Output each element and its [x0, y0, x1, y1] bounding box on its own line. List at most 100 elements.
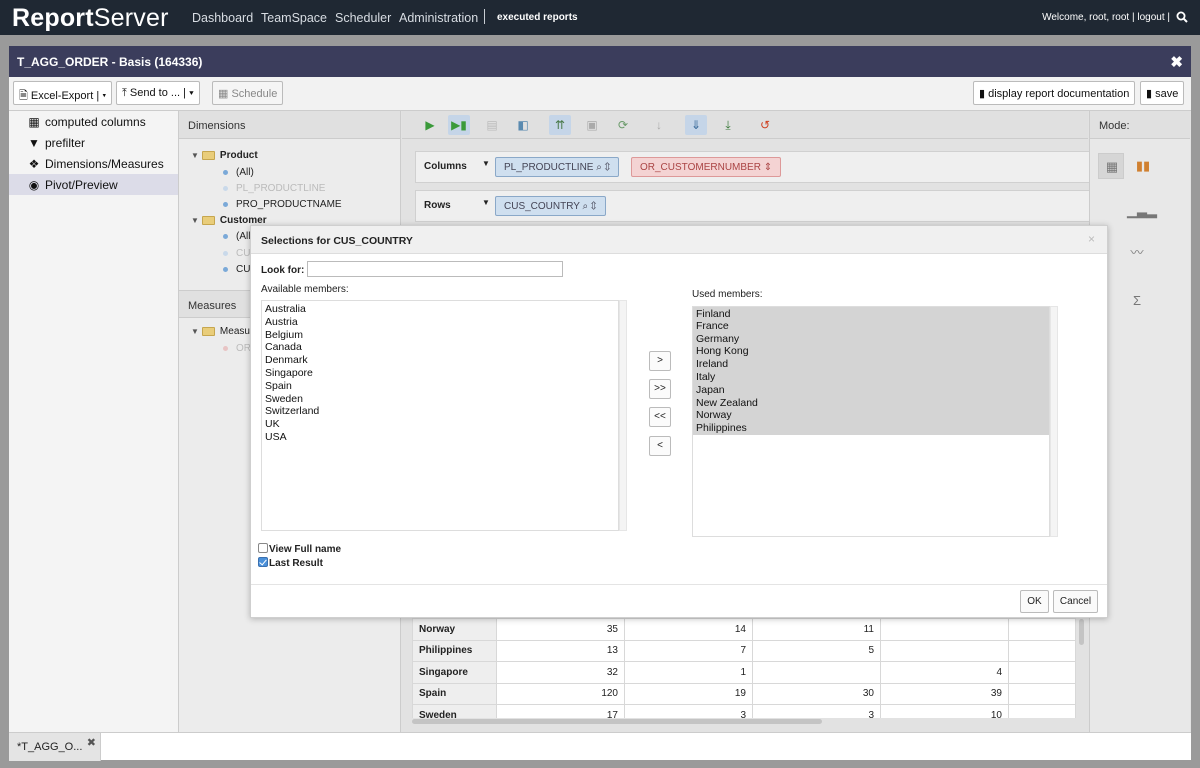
- search-icon[interactable]: ⌕: [596, 162, 602, 173]
- reportserver-logo[interactable]: ReportServer: [12, 4, 169, 33]
- caret-down-icon[interactable]: ▼: [191, 216, 199, 225]
- list-item[interactable]: Philippines: [693, 422, 1049, 435]
- remove-selected-button[interactable]: <: [649, 436, 671, 456]
- last-result-checkbox[interactable]: [258, 557, 268, 567]
- row-header-cell[interactable]: Philippines: [412, 639, 497, 662]
- caret-down-icon[interactable]: ▼: [482, 159, 490, 168]
- table-mode-button[interactable]: ▦: [1098, 153, 1124, 179]
- list-item[interactable]: Sweden: [262, 393, 618, 406]
- caret-down-icon[interactable]: ▼: [482, 198, 490, 207]
- nav-executed-reports[interactable]: executed reports: [497, 12, 578, 23]
- look-for-input[interactable]: [307, 261, 563, 277]
- tree-folder-measures[interactable]: ▼ Measu: [191, 326, 250, 337]
- list-item[interactable]: Italy: [693, 370, 1049, 384]
- list-item[interactable]: Norway: [693, 409, 1049, 423]
- report-documentation-button[interactable]: ▮ display report documentation: [973, 81, 1136, 105]
- logout-link[interactable]: logout: [1137, 12, 1164, 23]
- play-icon[interactable]: ▶: [419, 115, 441, 135]
- nav-dashboard[interactable]: Dashboard: [192, 11, 253, 25]
- nav-pivot-preview[interactable]: ◉ Pivot/Preview: [9, 174, 178, 195]
- tree-item[interactable]: CU: [223, 248, 250, 259]
- available-members-list[interactable]: Australia Austria Belgium Canada Denmark Sing…: [261, 300, 619, 531]
- remove-all-button[interactable]: <<: [649, 407, 671, 427]
- drill-down-icon[interactable]: ⇓: [685, 115, 707, 135]
- chevron-down-icon[interactable]: ▾: [102, 90, 106, 102]
- list-item[interactable]: Germany: [693, 332, 1049, 346]
- row-header-cell[interactable]: Norway: [412, 618, 497, 641]
- table-icon[interactable]: ▤: [481, 115, 503, 135]
- row-header-cell[interactable]: Sweden: [412, 704, 497, 718]
- close-icon[interactable]: ✖: [87, 736, 96, 749]
- tree-item[interactable]: (All): [223, 167, 254, 178]
- column-chip[interactable]: OR_CUSTOMERNUMBER ⇕: [631, 157, 782, 177]
- search-icon[interactable]: [1176, 11, 1188, 23]
- drill-icon[interactable]: ⤓: [717, 115, 739, 135]
- nav-dimensions-measures[interactable]: ❖ Dimensions/Measures: [9, 153, 178, 174]
- close-icon[interactable]: ×: [1088, 232, 1095, 246]
- nav-scheduler[interactable]: Scheduler: [335, 11, 391, 25]
- list-item[interactable]: Ireland: [693, 358, 1049, 371]
- undo-icon[interactable]: ↺: [754, 115, 776, 135]
- vertical-scrollbar[interactable]: [1079, 619, 1084, 645]
- excel-export-button[interactable]: 🗎 Excel-Export | ▾: [13, 81, 113, 105]
- tree-item[interactable]: PRO_PRODUCTNAME: [223, 199, 342, 210]
- hierarchy-icon[interactable]: ⇈: [549, 115, 571, 135]
- layout-icon[interactable]: ◧: [512, 115, 534, 135]
- list-item[interactable]: Japan: [693, 383, 1049, 397]
- schedule-button[interactable]: ▦ Schedule: [212, 81, 284, 105]
- list-item[interactable]: USA: [262, 431, 618, 444]
- list-item[interactable]: Hong Kong: [693, 345, 1049, 359]
- list-item[interactable]: Australia: [262, 303, 618, 316]
- save-button[interactable]: ▮ save: [1140, 81, 1185, 105]
- last-result-option[interactable]: Last Result: [258, 557, 323, 569]
- list-item[interactable]: Singapore: [262, 367, 618, 380]
- caret-down-icon[interactable]: ▼: [191, 327, 199, 336]
- tree-item[interactable]: OR: [223, 343, 251, 354]
- view-full-name-option[interactable]: View Full name: [258, 543, 341, 555]
- list-item[interactable]: Denmark: [262, 354, 618, 367]
- tree-folder-product[interactable]: ▼ Product: [191, 150, 258, 161]
- list-item[interactable]: Spain: [262, 380, 618, 393]
- sort-icon[interactable]: ⇕: [764, 162, 772, 173]
- sigma-icon[interactable]: Σ: [1127, 293, 1147, 308]
- list-scrollbar[interactable]: [619, 300, 627, 531]
- line-chart-icon[interactable]: 〰: [1127, 242, 1147, 261]
- nav-prefilter[interactable]: ▼ prefilter: [9, 132, 178, 153]
- chevron-down-icon[interactable]: ▾: [189, 87, 194, 99]
- tree-item[interactable]: PL_PRODUCTLINE: [223, 183, 325, 194]
- caret-down-icon[interactable]: ▼: [191, 151, 199, 160]
- report-tab[interactable]: *T_AGG_O... ✖: [9, 733, 101, 761]
- send-to-button[interactable]: ⤒ Send to ... | ▾: [116, 81, 200, 105]
- add-selected-button[interactable]: >: [649, 351, 671, 371]
- search-icon[interactable]: ⌕: [583, 201, 589, 212]
- view-full-name-checkbox[interactable]: [258, 543, 268, 553]
- list-item[interactable]: Austria: [262, 316, 618, 329]
- row-chip[interactable]: CUS_COUNTRY ⌕ ⇕: [495, 196, 606, 216]
- arrow-down-icon[interactable]: ↓: [648, 115, 670, 135]
- bar-chart-icon[interactable]: ▮▮: [1133, 158, 1153, 174]
- list-item[interactable]: UK: [262, 418, 618, 431]
- ok-button[interactable]: OK: [1020, 590, 1049, 613]
- tree-item[interactable]: CU: [223, 264, 250, 275]
- list-item[interactable]: New Zealand: [693, 396, 1049, 410]
- list-scrollbar[interactable]: [1050, 306, 1058, 537]
- row-header-cell[interactable]: Singapore: [412, 661, 497, 684]
- tree-item[interactable]: (All: [223, 231, 250, 242]
- sort-icon[interactable]: ⇕: [591, 201, 597, 212]
- list-item[interactable]: Canada: [262, 341, 618, 354]
- list-item[interactable]: France: [693, 319, 1049, 333]
- used-members-list[interactable]: Finland France Germany Hong Kong Ireland Ital…: [692, 306, 1050, 537]
- sort-icon[interactable]: ⇕: [605, 162, 611, 173]
- list-item[interactable]: Switzerland: [262, 405, 618, 418]
- nav-administration[interactable]: Administration: [399, 11, 478, 25]
- nav-teamspace[interactable]: TeamSpace: [261, 11, 327, 25]
- close-window-icon[interactable]: ✖: [1170, 53, 1183, 71]
- list-item[interactable]: Belgium: [262, 329, 618, 342]
- grid-icon[interactable]: ▣: [581, 115, 603, 135]
- list-item[interactable]: Finland: [693, 307, 1049, 320]
- refresh-icon[interactable]: ⟳: [612, 115, 634, 135]
- cancel-button[interactable]: Cancel: [1053, 590, 1098, 613]
- nav-computed-columns[interactable]: ▦ computed columns: [9, 111, 178, 132]
- column-chip[interactable]: PL_PRODUCTLINE ⌕ ⇕: [495, 157, 620, 177]
- play-all-icon[interactable]: ▶▮: [448, 115, 470, 135]
